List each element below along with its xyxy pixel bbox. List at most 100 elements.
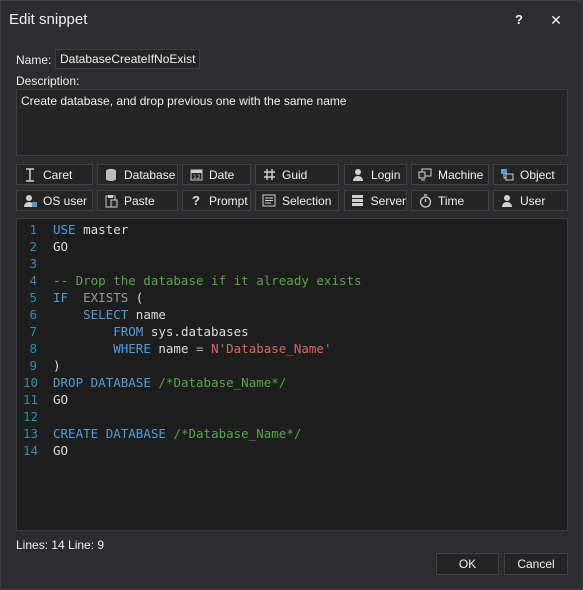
time-button[interactable]: Time xyxy=(411,190,489,211)
stopwatch-icon xyxy=(417,193,433,208)
date-button[interactable]: 12 Date xyxy=(182,164,251,185)
code-token: CREATE xyxy=(53,426,99,441)
code-token: name xyxy=(128,307,166,322)
selection-icon xyxy=(261,194,277,208)
code-line[interactable]: 12 xyxy=(17,409,567,426)
line-number: 4 xyxy=(29,273,37,288)
caret-button[interactable]: Caret xyxy=(16,164,93,185)
os-user-icon xyxy=(22,194,38,208)
code-line[interactable]: 6 SELECT name xyxy=(17,307,567,324)
code-text: USE master xyxy=(53,222,128,237)
paste-icon xyxy=(103,194,119,208)
code-line[interactable]: 5 IF EXISTS ( xyxy=(17,290,567,307)
database-icon xyxy=(103,168,119,182)
code-token: IF xyxy=(53,290,69,305)
line-number: 3 xyxy=(29,256,37,271)
title-bar: Edit snippet ? ✕ xyxy=(1,1,582,39)
server-button-label: Server xyxy=(370,193,406,208)
paste-button[interactable]: Paste xyxy=(97,190,178,211)
code-text: CREATE DATABASE /*Database_Name*/ xyxy=(53,426,301,441)
selection-button[interactable]: Selection xyxy=(255,190,339,211)
cancel-button[interactable]: Cancel xyxy=(504,553,568,575)
code-text: GO xyxy=(53,239,68,254)
code-text: GO xyxy=(53,392,68,407)
database-button-label: Database xyxy=(124,167,176,182)
close-button[interactable]: ✕ xyxy=(542,9,570,31)
line-number: 5 xyxy=(29,290,37,305)
code-token: EXISTS xyxy=(83,290,129,305)
code-text: SELECT name xyxy=(53,307,166,322)
code-text: DROP DATABASE /*Database_Name*/ xyxy=(53,375,286,390)
line-number: 13 xyxy=(23,426,39,441)
machine-button[interactable]: Machine xyxy=(411,164,489,185)
code-token: -- Drop the database if it already exist… xyxy=(53,273,362,288)
code-token: ( xyxy=(128,290,144,305)
code-token: name xyxy=(150,341,197,356)
description-textarea[interactable]: Create database, and drop previous one w… xyxy=(16,89,568,156)
code-line[interactable]: 8 WHERE name = N'Database_Name' xyxy=(17,341,567,358)
guid-button[interactable]: Guid xyxy=(255,164,339,185)
code-text: ) xyxy=(53,358,61,373)
name-input[interactable]: DatabaseCreateIfNoExist xyxy=(55,49,200,69)
code-line[interactable]: 7 FROM sys.databases xyxy=(17,324,567,341)
code-line[interactable]: 10 DROP DATABASE /*Database_Name*/ xyxy=(17,375,567,392)
code-text: FROM sys.databases xyxy=(53,324,248,339)
os-user-button[interactable]: OS user xyxy=(16,190,93,211)
user-icon xyxy=(499,194,515,208)
user-icon xyxy=(350,168,366,182)
code-line[interactable]: 11 GO xyxy=(17,392,567,409)
server-button[interactable]: Server xyxy=(344,190,407,211)
code-token: GO xyxy=(53,443,69,458)
code-token: ) xyxy=(53,358,61,373)
code-line[interactable]: 13 CREATE DATABASE /*Database_Name*/ xyxy=(17,426,567,443)
code-token: master xyxy=(75,222,129,237)
os-user-button-label: OS user xyxy=(43,193,88,208)
caret-button-label: Caret xyxy=(43,167,73,182)
code-line[interactable]: 2 GO xyxy=(17,239,567,256)
code-line[interactable]: 1 USE master xyxy=(17,222,567,239)
status-text: Lines: 14 Line: 9 xyxy=(16,538,105,552)
line-number: 14 xyxy=(23,443,39,458)
paste-button-label: Paste xyxy=(124,193,155,208)
machine-button-label: Machine xyxy=(438,167,484,182)
code-token: DROP xyxy=(53,375,84,390)
hash-icon xyxy=(261,168,277,182)
code-text: -- Drop the database if it already exist… xyxy=(53,273,362,288)
login-button[interactable]: Login xyxy=(344,164,407,185)
line-number: 8 xyxy=(29,341,37,356)
line-number: 1 xyxy=(29,222,37,237)
user-button[interactable]: User xyxy=(493,190,568,211)
code-token: FROM xyxy=(113,324,144,339)
time-button-label: Time xyxy=(438,193,465,208)
machine-icon xyxy=(417,168,433,182)
code-editor[interactable]: 1 USE master 2 GO 3 4 -- Drop the database if … xyxy=(16,218,568,531)
line-number: 6 xyxy=(29,307,37,322)
line-number: 11 xyxy=(23,392,39,407)
prompt-button[interactable]: ? Prompt xyxy=(182,190,251,211)
code-token: N'Database_Name' xyxy=(211,341,332,356)
edit-snippet-dialog: Edit snippet ? ✕ Name: DatabaseCreateIfN… xyxy=(0,0,583,590)
code-line[interactable]: 14 GO xyxy=(17,443,567,460)
code-line[interactable]: 3 xyxy=(17,256,567,273)
object-button[interactable]: Object xyxy=(493,164,568,185)
code-line[interactable]: 9) xyxy=(17,358,567,375)
code-token: /*Database_Name*/ xyxy=(173,426,302,441)
ok-button[interactable]: OK xyxy=(436,553,499,575)
user-button-label: User xyxy=(520,193,546,208)
code-line[interactable]: 4 -- Drop the database if it already exis… xyxy=(17,273,567,290)
object-button-label: Object xyxy=(520,167,555,182)
database-button[interactable]: Database xyxy=(97,164,178,185)
code-text: WHERE name = N'Database_Name' xyxy=(53,341,332,356)
code-token: DATABASE xyxy=(105,426,166,441)
code-token: GO xyxy=(53,392,69,407)
line-number: 2 xyxy=(29,239,37,254)
description-label: Description: xyxy=(16,74,80,88)
help-button[interactable]: ? xyxy=(505,9,533,31)
calendar-icon: 12 xyxy=(188,168,204,182)
line-number: 10 xyxy=(23,375,39,390)
